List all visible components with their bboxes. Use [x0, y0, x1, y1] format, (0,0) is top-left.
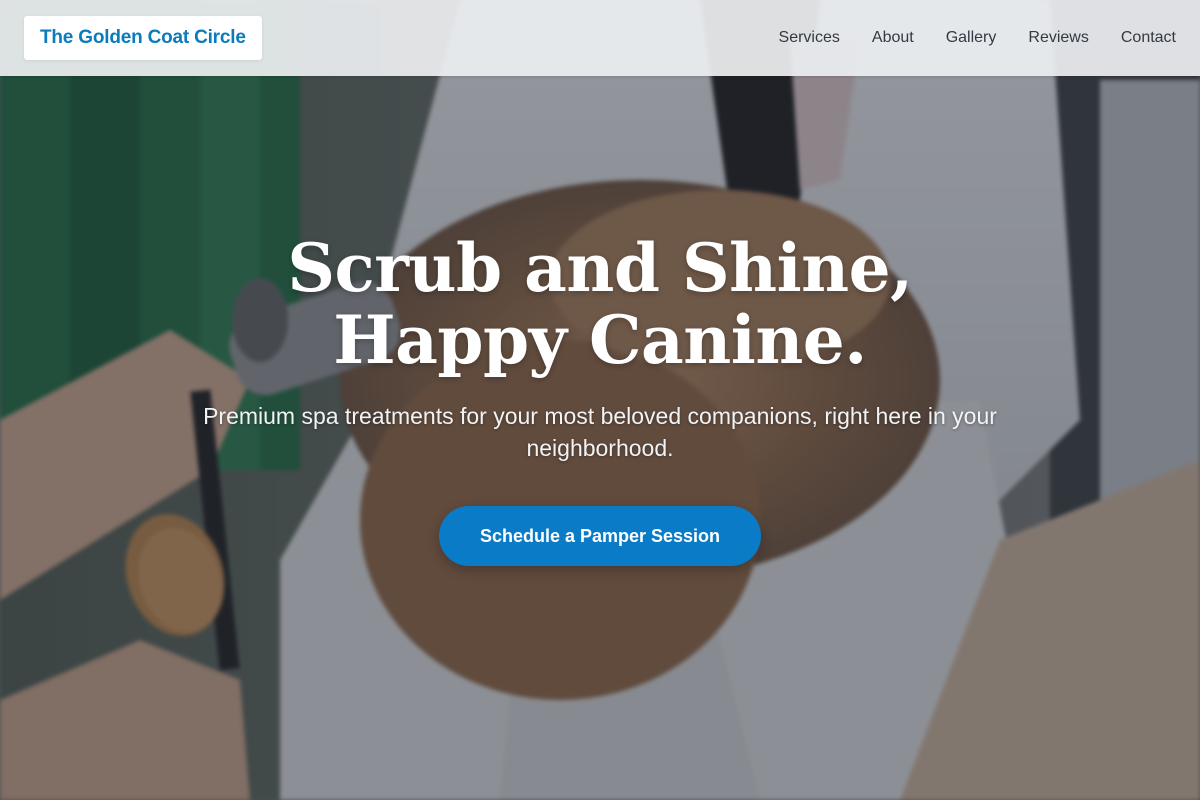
nav-contact[interactable]: Contact: [1121, 29, 1176, 47]
schedule-session-button[interactable]: Schedule a Pamper Session: [439, 506, 761, 566]
site-header: The Golden Coat Circle Services About Ga…: [0, 0, 1200, 76]
hero-content: Scrub and Shine, Happy Canine. Premium s…: [100, 232, 1100, 566]
logo-text: The Golden Coat Circle: [40, 27, 246, 48]
hero-section: Scrub and Shine, Happy Canine. Premium s…: [0, 0, 1200, 800]
nav-about[interactable]: About: [872, 29, 914, 47]
logo-link[interactable]: The Golden Coat Circle: [24, 16, 262, 60]
main-nav: Services About Gallery Reviews Contact: [779, 0, 1176, 76]
nav-gallery[interactable]: Gallery: [946, 29, 997, 47]
hero-subtitle: Premium spa treatments for your most bel…: [203, 403, 997, 461]
nav-reviews[interactable]: Reviews: [1028, 29, 1088, 47]
nav-services[interactable]: Services: [779, 29, 840, 47]
hero-title: Scrub and Shine, Happy Canine.: [287, 229, 913, 379]
